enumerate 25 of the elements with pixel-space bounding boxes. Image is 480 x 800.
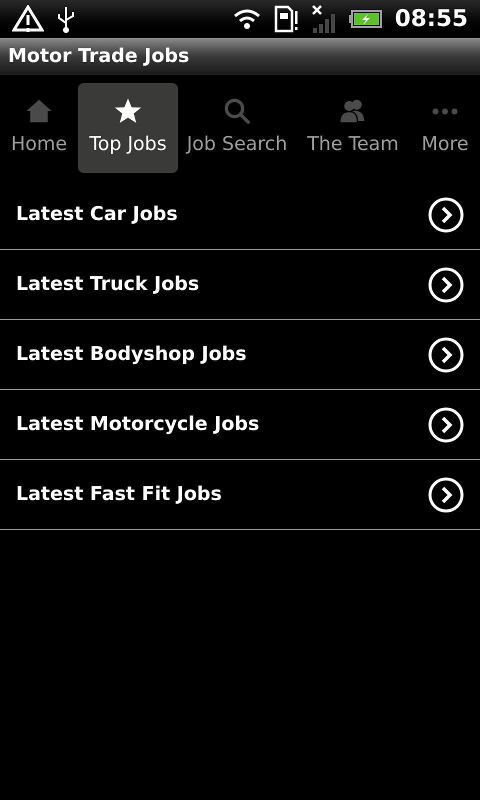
list-item[interactable]: Latest Car Jobs (0, 180, 480, 250)
chevron-circle-icon (428, 476, 464, 512)
battery-charging-icon (348, 9, 383, 29)
tab[interactable]: Home (0, 82, 78, 172)
wifi-icon (232, 8, 261, 30)
window-title: Motor Trade Jobs (8, 44, 190, 70)
more-icon (432, 108, 458, 115)
list-item[interactable]: Latest Truck Jobs (0, 250, 480, 320)
tab[interactable]: Job Search (178, 82, 296, 172)
warning-icon (12, 5, 44, 33)
list-item[interactable]: Latest Bodyshop Jobs (0, 320, 480, 390)
tab[interactable]: The Team (296, 82, 410, 172)
tab[interactable]: Top Jobs (78, 82, 178, 172)
chevron-circle-icon (428, 336, 464, 372)
search-icon (222, 96, 252, 126)
list-item[interactable]: Latest Motorcycle Jobs (0, 390, 480, 460)
usb-icon (56, 5, 76, 33)
sim-card-icon (272, 5, 299, 33)
chevron-circle-icon (428, 406, 464, 442)
clock: 08:55 (394, 4, 468, 34)
chevron-circle-icon (428, 266, 464, 302)
no-signal-icon (310, 4, 337, 34)
chevron-circle-icon (428, 196, 464, 232)
tab[interactable]: More (410, 82, 480, 172)
list-item[interactable]: Latest Fast Fit Jobs (0, 460, 480, 530)
